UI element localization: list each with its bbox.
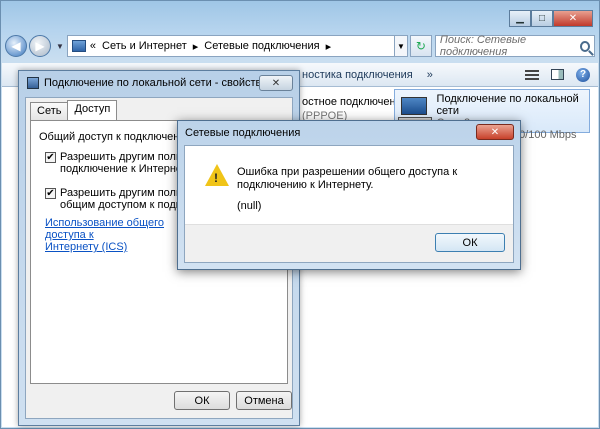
maximize-button[interactable]: □ xyxy=(531,10,553,27)
breadcrumb-network-internet[interactable]: Сеть и Интернет xyxy=(102,40,187,52)
connection-name: Подключение по локальной сети xyxy=(436,93,579,117)
message-title: Сетевые подключения xyxy=(185,127,301,139)
connection-name: остное подключение xyxy=(302,96,408,108)
message-footer: ОК xyxy=(185,224,513,262)
change-view-icon[interactable] xyxy=(525,69,539,80)
error-message-box: Сетевые подключения ✕ ! Ошибка при разре… xyxy=(177,120,521,270)
close-button[interactable]: ✕ xyxy=(476,124,514,140)
warning-mark: ! xyxy=(214,171,218,185)
ok-button[interactable]: ОК xyxy=(435,233,505,252)
message-body: ! Ошибка при разрешении общего доступа к… xyxy=(184,145,514,263)
navigation-bar: ◀ ▶ ▼ « Сеть и Интернет ▸ Сетевые подклю… xyxy=(5,33,595,59)
search-input[interactable]: Поиск: Сетевые подключения xyxy=(434,34,595,58)
forward-button[interactable]: ▶ xyxy=(29,35,51,57)
connection-item-pppoe[interactable]: остное подключение (PPPOE) xyxy=(302,95,408,123)
dialog-title-bar: Подключение по локальной сети - свойства xyxy=(27,77,267,89)
refresh-icon: ↻ xyxy=(415,39,426,53)
back-arrow-icon: ◀ xyxy=(11,39,21,53)
error-detail: (null) xyxy=(237,200,262,212)
network-connection-icon xyxy=(27,77,39,89)
dialog-title: Подключение по локальной сети - свойства xyxy=(44,77,268,89)
allow-connect-checkbox[interactable]: ✔ xyxy=(45,152,56,163)
back-button[interactable]: ◀ xyxy=(5,35,27,57)
more-commands-button[interactable]: » xyxy=(427,69,433,81)
forward-arrow-icon: ▶ xyxy=(35,39,45,53)
search-icon[interactable] xyxy=(579,40,590,52)
breadcrumb-separator-icon[interactable]: ▸ xyxy=(326,40,332,53)
help-icon[interactable]: ? xyxy=(576,67,590,82)
allow-control-checkbox[interactable]: ✔ xyxy=(45,188,56,199)
ok-button[interactable]: ОК xyxy=(174,391,230,410)
address-dropdown-button[interactable]: ▼ xyxy=(393,35,408,57)
close-button[interactable]: ✕ xyxy=(553,10,593,27)
breadcrumb-network-connections[interactable]: Сетевые подключения xyxy=(204,40,319,52)
tab-network[interactable]: Сеть xyxy=(30,102,69,120)
window-controls: ▁ □ ✕ xyxy=(509,10,593,27)
breadcrumb-overflow[interactable]: « xyxy=(90,40,96,52)
minimize-button[interactable]: ▁ xyxy=(509,10,531,27)
history-dropdown-icon[interactable]: ▼ xyxy=(56,42,64,51)
search-placeholder: Поиск: Сетевые подключения xyxy=(439,34,527,58)
cancel-button[interactable]: Отмена xyxy=(236,391,292,410)
address-bar[interactable]: « Сеть и Интернет ▸ Сетевые подключения … xyxy=(66,35,395,57)
diagnose-connection-command[interactable]: ностика подключения xyxy=(302,69,413,81)
chevron-down-icon: ▼ xyxy=(396,41,405,51)
preview-pane-icon[interactable] xyxy=(551,69,564,80)
refresh-button[interactable]: ↻ xyxy=(409,35,432,57)
control-panel-icon xyxy=(71,40,86,52)
tab-sharing[interactable]: Доступ xyxy=(67,100,118,120)
tab-strip: Сеть Доступ xyxy=(30,100,118,120)
close-button[interactable]: ✕ xyxy=(259,75,293,91)
error-text: Ошибка при разрешении общего доступа к п… xyxy=(237,166,458,191)
breadcrumb-separator-icon[interactable]: ▸ xyxy=(193,40,199,53)
